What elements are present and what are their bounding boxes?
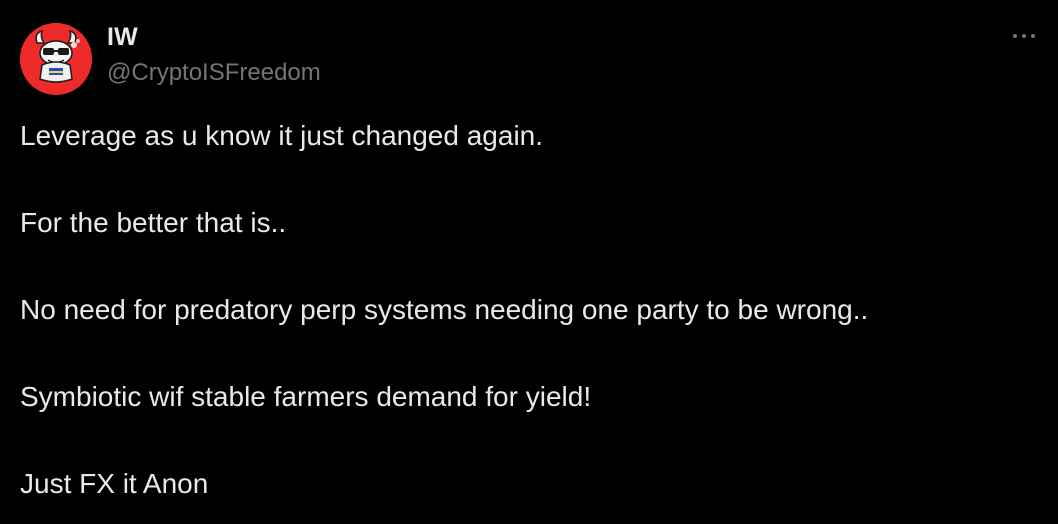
tweet-line: Symbiotic wif stable farmers demand for …: [20, 381, 592, 412]
display-name[interactable]: IW: [107, 22, 321, 52]
tweet-card: IW @CryptoISFreedom Leverage as u know i…: [0, 0, 1058, 524]
tweet-line: Just FX it Anon: [20, 468, 209, 499]
author-names: IW @CryptoISFreedom: [107, 22, 321, 88]
more-horizontal-icon: [1031, 34, 1035, 38]
tweet-line: For the better that is..: [20, 207, 287, 238]
tweet-text: Leverage as u know it just changed again…: [20, 118, 1030, 502]
more-options-button[interactable]: [1004, 20, 1044, 52]
more-horizontal-icon: [1013, 34, 1017, 38]
tweet-line: No need for predatory perp systems needi…: [20, 294, 869, 325]
user-handle[interactable]: @CryptoISFreedom: [107, 58, 321, 88]
tweet-line: Leverage as u know it just changed again…: [20, 120, 544, 151]
devil-mascot-avatar-icon: [20, 23, 92, 95]
more-horizontal-icon: [1022, 34, 1026, 38]
avatar[interactable]: [20, 23, 92, 95]
